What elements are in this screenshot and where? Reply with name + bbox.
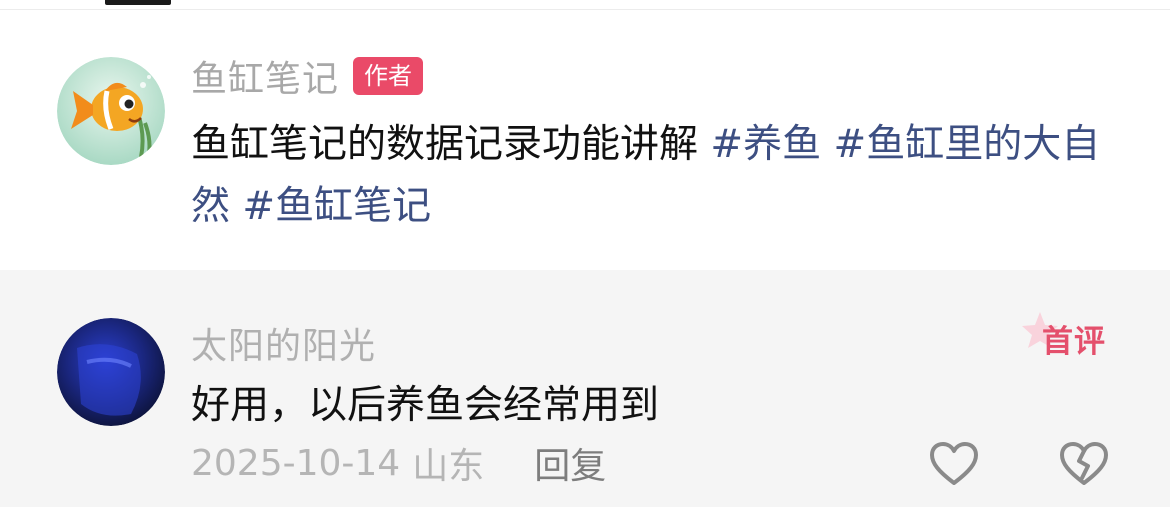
comment-meta: 2025-10-14 山东 回复 xyxy=(191,437,606,489)
reply-button[interactable]: 回复 xyxy=(534,437,606,489)
tab-indicator xyxy=(105,0,171,5)
comment-date: 2025-10-14 xyxy=(191,442,401,484)
broken-heart-icon[interactable] xyxy=(1058,440,1110,488)
top-tab-bar xyxy=(0,0,1170,10)
hashtag-link[interactable]: #养鱼 xyxy=(710,122,821,167)
comment-location: 山东 xyxy=(412,446,485,487)
post-body: 鱼缸笔记的数据记录功能讲解 xyxy=(191,122,699,167)
comment-item: 太阳的阳光 首评 好用，以后养鱼会经常用到 2025-10-14 山东 回复 xyxy=(0,270,1170,507)
author-row: 鱼缸笔记 作者 xyxy=(191,54,424,100)
heart-outline-icon[interactable] xyxy=(928,440,980,488)
post-text: 鱼缸笔记的数据记录功能讲解 #养鱼 #鱼缸里的大自然 #鱼缸笔记 xyxy=(191,114,1131,238)
comment-text: 好用，以后养鱼会经常用到 xyxy=(191,383,660,428)
first-comment-label: 首评 xyxy=(1042,324,1106,360)
author-name[interactable]: 鱼缸笔记 xyxy=(191,50,339,102)
author-avatar[interactable] xyxy=(57,57,165,165)
hashtag-link[interactable]: #鱼缸笔记 xyxy=(242,184,431,229)
post-description: 鱼缸笔记 作者 鱼缸笔记的数据记录功能讲解 #养鱼 #鱼缸里的大自然 #鱼缸笔记 xyxy=(0,10,1170,270)
author-badge: 作者 xyxy=(353,57,424,95)
commenter-name[interactable]: 太阳的阳光 xyxy=(191,317,376,369)
commenter-avatar[interactable] xyxy=(57,318,165,426)
first-comment-badge: 首评 xyxy=(1022,310,1112,360)
